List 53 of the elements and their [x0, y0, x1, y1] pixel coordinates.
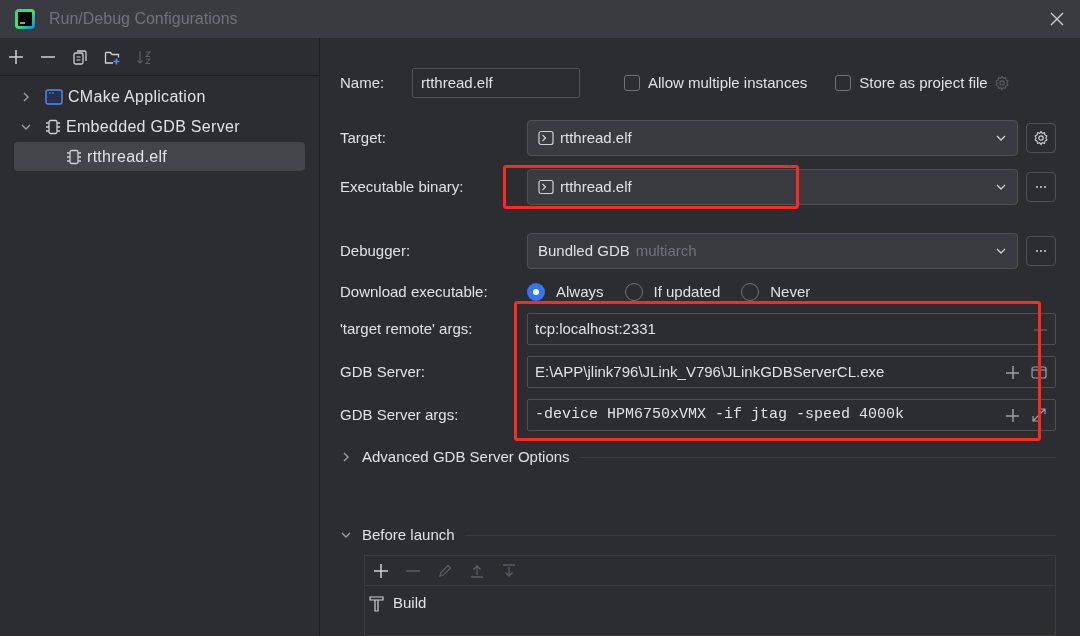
tree-node[interactable]: CMake Application	[14, 82, 305, 111]
dropdown[interactable]: rtthread.elf	[527, 169, 1019, 205]
field-label: Debugger:	[340, 240, 412, 261]
close-icon[interactable]	[1049, 11, 1065, 27]
radio-label: Always	[556, 281, 604, 302]
settings-button[interactable]	[1026, 123, 1056, 153]
window-icon	[45, 87, 63, 106]
add-icon[interactable]	[8, 48, 24, 65]
dropdown[interactable]: rtthread.elf	[527, 120, 1019, 156]
field-label: GDB Server:	[340, 361, 427, 382]
settings-icon	[1033, 130, 1050, 146]
dropdown[interactable]: Bundled GDB multiarch	[527, 233, 1019, 269]
terminal-icon	[538, 130, 554, 146]
add-icon[interactable]	[1005, 365, 1019, 379]
ellipsis-icon	[1035, 185, 1048, 189]
input-field[interactable]: tcp:localhost:2331	[527, 313, 1056, 345]
input-field[interactable]: E:\APP\jlink796\JLink_V796\JLinkGDBServerCL.exe	[527, 356, 1056, 388]
folder-icon[interactable]	[1031, 364, 1047, 380]
input-field[interactable]: -device HPM6750xVMX -if jtag -speed 4000k	[527, 399, 1056, 431]
hammer-icon	[368, 594, 385, 612]
window-title: Run/Debug Configurations	[49, 9, 238, 29]
section-toggle[interactable]: Advanced GDB Server Options	[340, 445, 570, 469]
copy-icon[interactable]	[72, 48, 88, 65]
section-toggle[interactable]: Before launch	[340, 523, 455, 547]
radio-label: Never	[770, 281, 811, 302]
gear-icon	[993, 75, 1010, 91]
field-label: Download executable:	[340, 281, 489, 302]
input-field[interactable]: rtthread.elf	[412, 68, 580, 98]
field-label: 'target remote' args:	[340, 318, 474, 339]
tree-node[interactable]: Embedded GDB Server	[14, 112, 305, 141]
radio-button[interactable]	[527, 283, 545, 301]
task-item[interactable]: Build	[365, 586, 1055, 620]
hint-text: multiarch	[635, 240, 697, 261]
section-title: Before launch	[362, 524, 455, 545]
ellipsis-icon	[1035, 249, 1048, 253]
field-label: GDB Server args:	[340, 404, 460, 425]
tree-item[interactable]: rtthread.elf	[14, 142, 305, 171]
radio-label: If updated	[653, 281, 721, 302]
field-label: Name:	[340, 72, 386, 93]
terminal-icon	[538, 179, 554, 195]
checkbox-label: Store as project file	[859, 72, 988, 93]
chip-icon	[66, 148, 82, 165]
add-icon[interactable]	[1005, 408, 1019, 422]
checkbox[interactable]	[835, 75, 852, 91]
field-label: Executable binary:	[340, 176, 465, 197]
checkbox[interactable]	[624, 75, 640, 91]
chip-icon	[45, 118, 61, 135]
app-logo-icon	[15, 9, 35, 29]
checkbox-label: Allow multiple instances	[648, 72, 808, 93]
expand-icon[interactable]	[1031, 407, 1047, 423]
add-icon[interactable]	[373, 562, 389, 579]
field-label: Target:	[340, 127, 387, 148]
section-title: Advanced GDB Server Options	[362, 446, 570, 467]
